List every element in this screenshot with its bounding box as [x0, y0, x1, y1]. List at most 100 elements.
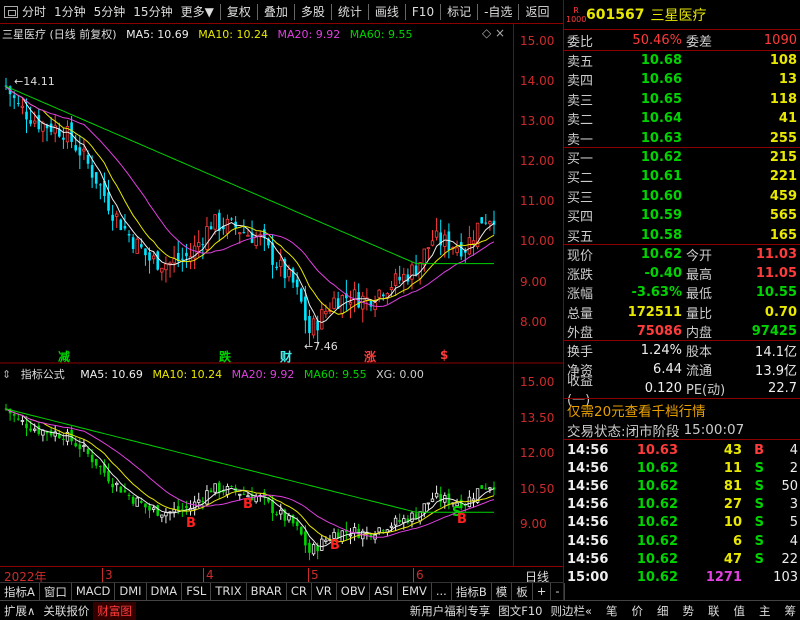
tick-time: 14:56 [567, 533, 609, 549]
main-candle [111, 214, 114, 221]
wealth-chart-tab[interactable]: 财富图 [93, 601, 136, 620]
add-pane-button[interactable]: + [533, 583, 552, 600]
trading-window: { "toolbar":{ "items":["分时","1分钟","5分钟",… [0, 0, 800, 620]
main-candle [332, 297, 336, 309]
sub-candle [151, 507, 156, 510]
ask-row[interactable]: 卖二 10.64 41 [564, 109, 800, 128]
quote-value: -0.40 [644, 266, 682, 282]
sub-candle [62, 438, 65, 441]
tab-emv[interactable]: EMV [398, 583, 432, 600]
sub-candle [20, 420, 25, 422]
sub-candle [389, 525, 394, 528]
tab-template[interactable]: 模 [492, 583, 513, 600]
main-candle [311, 318, 316, 336]
sidebar-toggle[interactable]: 则边栏« [546, 602, 596, 620]
tab-linked[interactable]: 联 [704, 602, 724, 620]
main-price-axis: 15.00 14.00 13.00 12.00 11.00 10.00 9.00… [513, 24, 563, 363]
tab-indicator-b[interactable]: 指标B [452, 583, 492, 600]
bid-row[interactable]: 买一 10.62 215 [564, 148, 800, 167]
sub-legend-ma60: MA60: 9.55 [303, 368, 367, 381]
expand-button[interactable]: 扩展∧ [0, 602, 39, 620]
axis-tick: 15.00 [520, 375, 555, 389]
event-marker[interactable]: 财 [280, 348, 292, 365]
tab-dmi[interactable]: DMI [115, 583, 147, 600]
kline-chart[interactable] [0, 0, 563, 566]
sub-candle [185, 506, 188, 508]
main-candle [467, 237, 472, 255]
tab-trix[interactable]: TRIX [211, 583, 247, 600]
tab-board[interactable]: 板 [512, 583, 533, 600]
tab-cr[interactable]: CR [287, 583, 312, 600]
tab-main[interactable]: 主 [755, 602, 775, 620]
tab-brar[interactable]: BRAR [247, 583, 287, 600]
tab-ticks[interactable]: 笔 [602, 602, 622, 620]
sub-candle [299, 526, 303, 535]
ask-row[interactable]: 卖一 10.63 255 [564, 129, 800, 148]
related-quotes-tab[interactable]: 关联报价 [39, 602, 93, 620]
stats-label: 股本 [686, 345, 713, 360]
main-candle [304, 296, 307, 321]
tab-value[interactable]: 值 [730, 602, 750, 620]
main-ma5-line [5, 86, 495, 324]
sub-candle [33, 428, 37, 431]
sub-legend-ma10: MA10: 10.24 [152, 368, 223, 381]
tick-time: 14:56 [567, 443, 609, 458]
axis-month: 4 [203, 568, 214, 582]
bid-label: 买四 [567, 210, 594, 226]
bid-row[interactable]: 买三 10.60 459 [564, 187, 800, 206]
ask-row[interactable]: 卖五 10.68 108 [564, 51, 800, 70]
tick-direction: S [754, 515, 764, 531]
ask-row[interactable]: 卖三 10.65 118 [564, 90, 800, 109]
f10-tab[interactable]: 图文F10 [494, 602, 546, 620]
tab-dma[interactable]: DMA [147, 583, 183, 600]
tab-macd[interactable]: MACD [72, 583, 116, 600]
tab-detail[interactable]: 细 [653, 602, 673, 620]
tab-obv[interactable]: OBV [337, 583, 371, 600]
quote-value: 11.05 [755, 266, 797, 282]
axis-tick: 11.00 [520, 194, 555, 208]
new-user-promo-link[interactable]: 新用户福利专享 [406, 602, 495, 620]
tab-trend[interactable]: 势 [679, 602, 699, 620]
ask-row[interactable]: 卖四 10.66 13 [564, 70, 800, 89]
signal-marker: B [330, 538, 340, 553]
sub-axis: 15.00 13.50 12.00 10.50 9.00 [513, 363, 563, 566]
quote-value: 11.03 [755, 247, 797, 262]
main-candle [90, 165, 94, 178]
axis-tick: 14.00 [520, 74, 555, 88]
tab-vr[interactable]: VR [312, 583, 337, 600]
chart-option-icons[interactable]: ◇ × [482, 26, 505, 40]
tab-fsl[interactable]: FSL [182, 583, 212, 600]
main-candle [287, 268, 291, 278]
sub-candle [308, 542, 311, 553]
axis-tick: 10.50 [520, 482, 555, 496]
main-candle [238, 232, 242, 235]
tick-row: 14:56 10.62 81 S 50 [564, 477, 800, 496]
bid-row[interactable]: 买二 10.61 221 [564, 167, 800, 186]
tab-more[interactable]: ... [432, 583, 452, 600]
signal-marker: B [243, 497, 253, 512]
sub-candle [201, 500, 205, 502]
main-candle [263, 229, 266, 238]
promo-banner[interactable]: 仅需20元查看千档行情 [564, 400, 800, 420]
main-candle [17, 103, 20, 105]
tab-price[interactable]: 价 [628, 602, 648, 620]
tab-window[interactable]: 窗口 [40, 583, 72, 600]
axis-tick: 9.00 [520, 517, 547, 531]
event-marker[interactable]: $ [440, 348, 448, 362]
event-marker[interactable]: 涨 [364, 348, 376, 365]
main-candle [115, 213, 119, 217]
sub-candle [430, 498, 435, 502]
event-marker[interactable]: 跌 [219, 348, 231, 365]
tab-asi[interactable]: ASI [370, 583, 398, 600]
main-candle [127, 233, 131, 236]
quote-label: 今开 [686, 249, 713, 264]
bid-row[interactable]: 买四 10.59 565 [564, 206, 800, 225]
bid-row[interactable]: 买五 10.58 165 [564, 226, 800, 245]
tab-chips[interactable]: 筹 [781, 602, 800, 620]
event-marker[interactable]: 减 [58, 348, 70, 365]
ask-price: 10.64 [640, 111, 682, 127]
tab-indicator-a[interactable]: 指标A [0, 583, 40, 600]
tick-count: 22 [781, 551, 798, 567]
status-time: 15:00:07 [683, 421, 745, 438]
tick-row: 14:56 10.62 47 S 22 [564, 550, 800, 569]
